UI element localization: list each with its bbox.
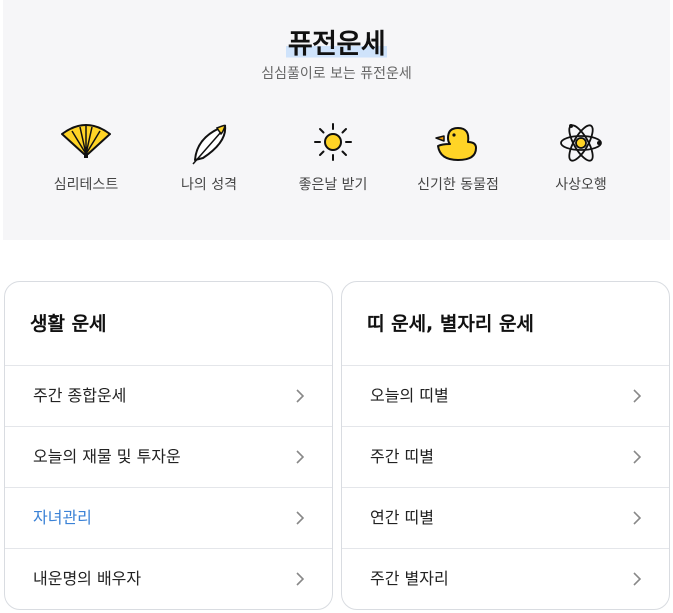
category-label: 심리테스트 <box>53 177 119 193</box>
feather-icon <box>192 124 227 165</box>
chevron-right-icon <box>633 450 641 464</box>
list-item-destined-spouse[interactable]: 내운명의 배우자 <box>5 549 332 609</box>
list-item-child-care[interactable]: 자녀관리 <box>5 488 332 549</box>
chevron-right-icon <box>296 511 304 525</box>
list-item-wealth-investment[interactable]: 오늘의 재물 및 투자운 <box>5 427 332 488</box>
category-four-constitutions[interactable]: 사상오행 <box>521 118 641 194</box>
hero-section: 퓨전운세 심심풀이로 보는 퓨전운세 심리테스트 나의 성격 좋은날 받기 신기… <box>3 0 670 240</box>
category-good-day[interactable]: 좋은날 받기 <box>273 118 393 194</box>
category-label: 신기한 동물점 <box>417 177 499 193</box>
chevron-right-icon <box>633 572 641 586</box>
list-item-label: 주간 종합운세 <box>33 386 127 405</box>
chevron-right-icon <box>633 389 641 403</box>
page-title: 퓨전운세 <box>285 29 388 60</box>
card-title: 띠 운세, 별자리 운세 <box>342 282 669 366</box>
category-animal-fortune[interactable]: 신기한 동물점 <box>398 118 518 194</box>
category-label: 나의 성격 <box>181 177 237 193</box>
list-item-label: 내운명의 배우자 <box>33 569 142 588</box>
fan-icon <box>61 124 111 158</box>
list-item-label: 자녀관리 <box>33 508 92 527</box>
list-item-weekly-horoscope[interactable]: 주간 별자리 <box>342 549 669 609</box>
duck-icon <box>435 127 477 161</box>
list-item-weekly-zodiac[interactable]: 주간 띠별 <box>342 427 669 488</box>
list-item-weekly-fortune[interactable]: 주간 종합운세 <box>5 366 332 427</box>
list-item-yearly-zodiac[interactable]: 연간 띠별 <box>342 488 669 549</box>
chevron-right-icon <box>633 511 641 525</box>
list-item-label: 오늘의 재물 및 투자운 <box>33 447 181 466</box>
category-label: 좋은날 받기 <box>298 177 368 193</box>
page-subtitle: 심심풀이로 보는 퓨전운세 <box>261 66 412 82</box>
card-life-fortune: 생활 운세 주간 종합운세 오늘의 재물 및 투자운 자녀관리 내운명의 배우자 <box>4 281 333 610</box>
card-title: 생활 운세 <box>5 282 332 366</box>
chevron-right-icon <box>296 572 304 586</box>
list-item-label: 연간 띠별 <box>370 508 434 527</box>
list-item-label: 주간 별자리 <box>370 569 449 588</box>
chevron-right-icon <box>296 450 304 464</box>
list-item-today-zodiac[interactable]: 오늘의 띠별 <box>342 366 669 427</box>
sun-icon <box>314 123 352 161</box>
list-item-label: 주간 띠별 <box>370 447 434 466</box>
chevron-right-icon <box>296 389 304 403</box>
atom-icon <box>560 124 602 162</box>
category-my-personality[interactable]: 나의 성격 <box>149 118 269 194</box>
list-item-label: 오늘의 띠별 <box>370 386 449 405</box>
category-label: 사상오행 <box>555 177 607 193</box>
card-zodiac-fortune: 띠 운세, 별자리 운세 오늘의 띠별 주간 띠별 연간 띠별 주간 별자리 <box>341 281 670 610</box>
category-psych-test[interactable]: 심리테스트 <box>26 118 146 194</box>
